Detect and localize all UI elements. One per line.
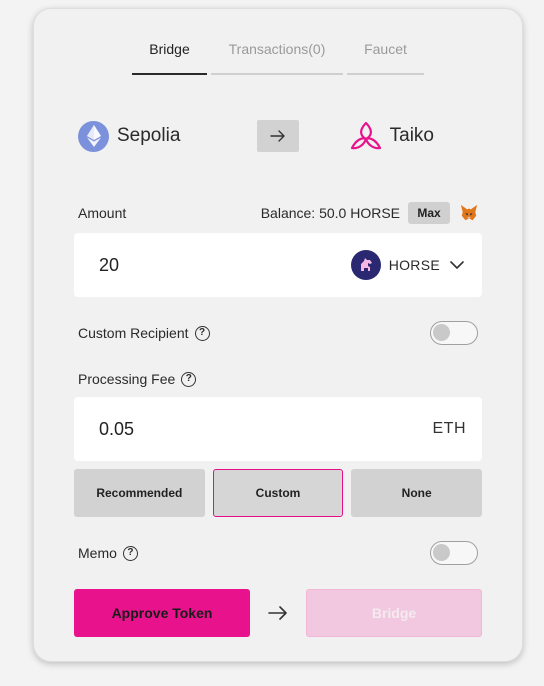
chain-selector: Sepolia Taiko [78, 112, 482, 160]
custom-recipient-toggle[interactable] [430, 321, 478, 345]
taiko-icon [350, 120, 382, 152]
fee-options: Recommended Custom None [74, 469, 483, 517]
help-icon[interactable]: ? [122, 545, 138, 561]
bridge-button[interactable]: Bridge [306, 589, 482, 637]
to-chain-name: Taiko [389, 125, 434, 146]
custom-recipient-row: Custom Recipient ? [78, 325, 210, 341]
from-chain-name: Sepolia [117, 125, 181, 146]
fee-option-recommended[interactable]: Recommended [74, 469, 205, 517]
toggle-knob [433, 544, 450, 561]
amount-input[interactable]: 20 [99, 233, 119, 297]
memo-label: Memo [78, 545, 117, 561]
arrow-right-icon [268, 606, 287, 620]
approve-token-button[interactable]: Approve Token [74, 589, 250, 637]
tab-bridge[interactable]: Bridge [132, 39, 207, 75]
token-dropdown[interactable]: HORSE [350, 249, 464, 281]
balance-row: Balance: 50.0 HORSE Max [261, 202, 478, 224]
custom-recipient-label: Custom Recipient [78, 325, 189, 341]
amount-label: Amount [78, 205, 127, 221]
fee-unit: ETH [432, 420, 466, 437]
help-icon[interactable]: ? [181, 371, 197, 387]
ethereum-icon [78, 120, 109, 152]
amount-input-box: 20 HORSE [74, 233, 482, 297]
to-chain[interactable]: Taiko [350, 112, 434, 160]
memo-row: Memo ? [78, 545, 138, 561]
fee-option-none[interactable]: None [351, 469, 483, 517]
processing-fee-row: Processing Fee ? [78, 371, 197, 387]
balance-text: Balance: 50.0 HORSE [260, 205, 400, 221]
fee-input-box: 0.05 ETH [74, 397, 482, 461]
fee-option-custom[interactable]: Custom [212, 469, 344, 517]
tab-transactions[interactable]: Transactions(0) [211, 39, 343, 75]
horse-icon [350, 250, 381, 280]
tab-bar: Bridge Transactions(0) Faucet [132, 39, 424, 75]
processing-fee-label: Processing Fee [78, 371, 176, 387]
fee-input[interactable]: 0.05 [99, 397, 134, 461]
swap-chains-button[interactable] [257, 120, 299, 152]
chevron-down-icon [450, 261, 464, 269]
toggle-knob [433, 324, 450, 341]
max-button[interactable]: Max [408, 202, 450, 224]
memo-toggle[interactable] [430, 541, 478, 565]
from-chain[interactable]: Sepolia [78, 112, 180, 160]
help-icon[interactable]: ? [194, 325, 210, 341]
metamask-fox-icon[interactable] [460, 204, 478, 222]
arrow-right-icon [270, 130, 285, 142]
tab-faucet[interactable]: Faucet [347, 39, 424, 75]
token-symbol: HORSE [388, 257, 440, 273]
